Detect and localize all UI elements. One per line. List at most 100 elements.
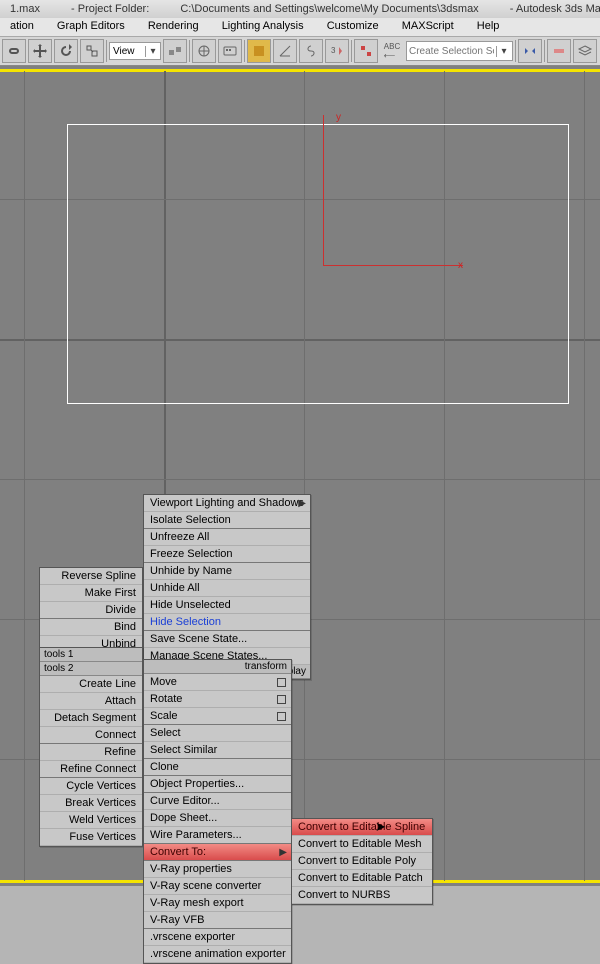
quad-item-reverse-spline[interactable]: Reverse Spline <box>40 568 142 585</box>
quad-item-unhide-by-name[interactable]: Unhide by Name <box>144 563 310 580</box>
quad-item-create-line[interactable]: Create Line <box>40 676 142 693</box>
menu-maxscript[interactable]: MAXScript <box>392 18 464 34</box>
axis-x-label: x <box>458 260 463 271</box>
submenu-item-editable-poly[interactable]: Convert to Editable Poly <box>292 853 432 870</box>
svg-text:3: 3 <box>331 46 336 55</box>
quad-item-cycle-vertices[interactable]: Cycle Vertices <box>40 778 142 795</box>
toolbar-separator <box>244 40 245 62</box>
named-sel-icon[interactable] <box>354 39 378 63</box>
quad-title-transform: transform <box>144 660 291 674</box>
gizmo-y-axis[interactable] <box>323 115 324 265</box>
move-icon[interactable] <box>28 39 52 63</box>
quad-item-make-first[interactable]: Make First <box>40 585 142 602</box>
layer-icon[interactable] <box>573 39 597 63</box>
scale-icon[interactable] <box>80 39 104 63</box>
quad-item-move[interactable]: Move <box>144 674 291 691</box>
chevron-down-icon: ▾ <box>145 46 160 57</box>
quad-item-vray-mesh-export[interactable]: V-Ray mesh export <box>144 895 291 912</box>
quad-item-convert-to[interactable]: Convert To:▶ <box>144 844 291 861</box>
quad-item-dope-sheet[interactable]: Dope Sheet... <box>144 810 291 827</box>
convert-to-submenu: Convert to Editable Spline Convert to Ed… <box>291 818 433 905</box>
quad-item-clone[interactable]: Clone <box>144 759 291 776</box>
quad-bottom-left: tools 1 tools 2 Create Line Attach Detac… <box>39 647 143 847</box>
quad-item-vrscene-anim-exporter[interactable]: .vrscene animation exporter <box>144 946 291 963</box>
project-path: C:\Documents and Settings\welcome\My Doc… <box>180 3 478 15</box>
title-bar: 1.max - Project Folder: C:\Documents and… <box>0 0 600 18</box>
quad-item-freeze-selection[interactable]: Freeze Selection <box>144 546 310 563</box>
quad-item-unfreeze-all[interactable]: Unfreeze All <box>144 529 310 546</box>
snap-toggle-icon[interactable] <box>247 39 271 63</box>
menu-rendering[interactable]: Rendering <box>138 18 209 34</box>
menu-graph-editors[interactable]: Graph Editors <box>47 18 135 34</box>
submenu-arrow-icon: ▶ <box>298 498 306 509</box>
quad-item-refine-connect[interactable]: Refine Connect <box>40 761 142 778</box>
axis-y-label: y <box>336 112 341 123</box>
percent-snap-icon[interactable] <box>299 39 323 63</box>
abc-label: ABC⟵ <box>380 39 404 63</box>
gizmo-x-axis[interactable] <box>323 265 463 266</box>
quad-item-viewport-lighting[interactable]: Viewport Lighting and Shadows▶ <box>144 495 310 512</box>
reference-coord-dropdown[interactable]: View▾ <box>109 42 161 60</box>
quad-item-wire-parameters[interactable]: Wire Parameters... <box>144 827 291 844</box>
link-icon[interactable] <box>2 39 26 63</box>
quad-item-vray-vfb[interactable]: V-Ray VFB <box>144 912 291 929</box>
quad-item-connect[interactable]: Connect <box>40 727 142 744</box>
menu-lighting-analysis[interactable]: Lighting Analysis <box>212 18 314 34</box>
dialog-icon <box>277 678 286 687</box>
selected-rectangle[interactable] <box>67 124 569 404</box>
quad-item-bind[interactable]: Bind <box>40 619 142 636</box>
quad-item-unhide-all[interactable]: Unhide All <box>144 580 310 597</box>
pivot-icon[interactable] <box>163 39 187 63</box>
quad-item-select[interactable]: Select <box>144 725 291 742</box>
file-name: 1.max <box>10 3 40 15</box>
rotate-icon[interactable] <box>54 39 78 63</box>
app-name: - Autodesk 3ds Max D <box>510 3 600 15</box>
menu-customize[interactable]: Customize <box>317 18 389 34</box>
menu-ation[interactable]: ation <box>0 18 44 34</box>
quad-item-rotate[interactable]: Rotate <box>144 691 291 708</box>
mirror-icon[interactable] <box>518 39 542 63</box>
submenu-item-editable-patch[interactable]: Convert to Editable Patch <box>292 870 432 887</box>
quad-item-select-similar[interactable]: Select Similar <box>144 742 291 759</box>
quad-item-vrscene-exporter[interactable]: .vrscene exporter <box>144 929 291 946</box>
submenu-item-nurbs[interactable]: Convert to NURBS <box>292 887 432 904</box>
quad-item-vray-properties[interactable]: V-Ray properties <box>144 861 291 878</box>
viewport-border-top <box>0 69 600 72</box>
dialog-icon <box>277 695 286 704</box>
quad-item-curve-editor[interactable]: Curve Editor... <box>144 793 291 810</box>
selection-set-input[interactable] <box>407 45 496 58</box>
toolbar-separator <box>515 40 516 62</box>
main-toolbar: View▾ 3 ABC⟵ ▾ <box>0 37 600 66</box>
quad-item-break-vertices[interactable]: Break Vertices <box>40 795 142 812</box>
quad-item-save-scene-state[interactable]: Save Scene State... <box>144 631 310 648</box>
quad-item-detach-segment[interactable]: Detach Segment <box>40 710 142 727</box>
keyboard-shortcut-icon[interactable] <box>218 39 242 63</box>
toolbar-separator <box>544 40 545 62</box>
grid-line <box>0 479 600 480</box>
chevron-down-icon: ▾ <box>496 46 511 57</box>
viewport[interactable]: y x Reverse Spline Make First Divide Bin… <box>0 66 600 886</box>
quad-item-attach[interactable]: Attach <box>40 693 142 710</box>
angle-snap-icon[interactable] <box>273 39 297 63</box>
quad-item-hide-selection[interactable]: Hide Selection <box>144 614 310 631</box>
quad-title-tools2: tools 2 <box>40 662 142 676</box>
spinner-snap-icon[interactable]: 3 <box>325 39 349 63</box>
submenu-item-editable-spline[interactable]: Convert to Editable Spline <box>292 819 432 836</box>
quad-bottom-right: transform Move Rotate Scale Select Selec… <box>143 659 292 964</box>
align-icon[interactable] <box>547 39 571 63</box>
quad-item-scale[interactable]: Scale <box>144 708 291 725</box>
quad-item-fuse-vertices[interactable]: Fuse Vertices <box>40 829 142 846</box>
quad-item-refine[interactable]: Refine <box>40 744 142 761</box>
select-manipulate-icon[interactable] <box>192 39 216 63</box>
submenu-item-editable-mesh[interactable]: Convert to Editable Mesh <box>292 836 432 853</box>
quad-item-weld-vertices[interactable]: Weld Vertices <box>40 812 142 829</box>
submenu-arrow-icon: ▶ <box>279 847 287 858</box>
quad-item-isolate[interactable]: Isolate Selection <box>144 512 310 529</box>
toolbar-separator <box>106 40 107 62</box>
selection-set-dropdown[interactable]: ▾ <box>406 41 513 61</box>
menu-help[interactable]: Help <box>467 18 510 34</box>
quad-item-object-properties[interactable]: Object Properties... <box>144 776 291 793</box>
quad-item-hide-unselected[interactable]: Hide Unselected <box>144 597 310 614</box>
quad-item-divide[interactable]: Divide <box>40 602 142 619</box>
toolbar-separator <box>189 40 190 62</box>
